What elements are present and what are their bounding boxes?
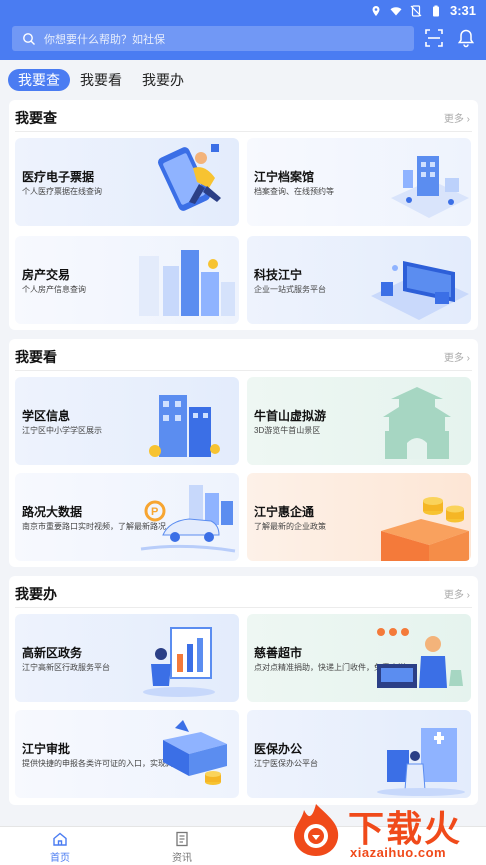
card-subtitle: 3D游览牛首山景区 — [254, 426, 321, 435]
status-time: 3:31 — [449, 3, 476, 18]
phone-runner-illustration — [157, 144, 221, 211]
card-medical-bill[interactable]: 医疗电子票据 个人医疗票据在线查询 — [15, 138, 239, 226]
hospital-illustration — [377, 728, 465, 796]
divider — [15, 370, 472, 371]
buildings-illustration — [139, 250, 235, 316]
flame-logo-icon — [294, 804, 339, 856]
nav-label: 资讯 — [172, 853, 192, 864]
card-enterprise-policy[interactable]: 江宁惠企通 了解最新的企业政策 — [247, 473, 471, 561]
section-view: 我要看 更多 › 学区信息 江宁区中小学学区展示 牛首山虚拟游 3D游览牛首山景… — [9, 339, 478, 567]
tab-do[interactable]: 我要办 — [142, 69, 184, 91]
more-link[interactable]: 更多 › — [444, 110, 470, 125]
search-placeholder: 你想要什么帮助？如社保 — [44, 33, 165, 46]
card-subtitle: 个人房产信息查询 — [22, 285, 86, 294]
office-worker-illustration — [143, 627, 215, 697]
card-school-district[interactable]: 学区信息 江宁区中小学学区展示 — [15, 377, 239, 465]
watermark-url: xiazaihuo.com — [350, 845, 447, 860]
card-subtitle: 了解最新的企业政策 — [254, 522, 326, 531]
nav-home[interactable]: 首页 — [40, 831, 80, 864]
card-archives[interactable]: 江宁档案馆 档案查询、在线预约等 — [247, 138, 471, 226]
card-title: 房产交易 — [22, 268, 71, 282]
card-title: 牛首山虚拟游 — [254, 409, 327, 423]
watermark: 下载火 xiazaihuo.com — [288, 800, 486, 865]
category-tabs: 我要查 我要看 我要办 — [0, 60, 486, 100]
card-title: 江宁惠企通 — [254, 505, 315, 519]
more-link[interactable]: 更多 › — [444, 349, 470, 364]
card-subtitle: 江宁区中小学学区展示 — [22, 426, 102, 435]
card-tech-jiangning[interactable]: 科技江宁 企业一站式服务平台 — [247, 236, 471, 324]
card-subtitle: 档案查询、在线预约等 — [254, 187, 334, 196]
header: 你想要什么帮助？如社保 — [0, 22, 486, 60]
nav-label: 首页 — [50, 853, 70, 864]
nav-news[interactable]: 资讯 — [162, 831, 202, 864]
card-niushou-tour[interactable]: 牛首山虚拟游 3D游览牛首山景区 — [247, 377, 471, 465]
card-title: 高新区政务 — [22, 646, 83, 660]
card-traffic-data[interactable]: 路况大数据 南京市重要路口实时视频，了解最新路况 P — [15, 473, 239, 561]
card-title: 江宁档案馆 — [254, 170, 315, 184]
status-bar: 3:31 — [0, 0, 486, 22]
parking-car-illustration: P — [140, 485, 236, 553]
home-icon — [53, 832, 67, 846]
search-input[interactable]: 你想要什么帮助？如社保 — [12, 26, 414, 51]
card-medical-insurance[interactable]: 医保办公 江宁医保办公平台 — [247, 710, 471, 798]
more-link[interactable]: 更多 › — [444, 586, 470, 601]
scan-icon[interactable] — [424, 28, 444, 48]
tab-view[interactable]: 我要看 — [80, 69, 122, 91]
book-coins-illustration — [163, 720, 227, 785]
section-title: 我要办 — [15, 586, 57, 602]
section-do: 我要办 更多 › 高新区政务 江宁高新区行政服务平台 慈善超市 点对点精准捐助，… — [9, 576, 478, 805]
status-icons: 3:31 — [370, 3, 476, 18]
card-high-tech-affairs[interactable]: 高新区政务 江宁高新区行政服务平台 — [15, 614, 239, 702]
wifi-icon — [390, 6, 402, 15]
card-subtitle: 江宁医保办公平台 — [254, 759, 318, 768]
svg-text:P: P — [151, 506, 158, 518]
card-real-estate[interactable]: 房产交易 个人房产信息查询 — [15, 236, 239, 324]
card-charity-market[interactable]: 慈善超市 点对点精准捐助，快递上门收件，免费寄送 — [247, 614, 471, 702]
card-title: 江宁审批 — [22, 742, 71, 756]
bell-icon[interactable] — [456, 28, 476, 48]
coins-illustration — [381, 497, 469, 561]
battery-icon — [432, 5, 439, 16]
tech-platform-illustration — [371, 261, 469, 320]
card-title: 路况大数据 — [22, 505, 83, 519]
news-icon — [176, 831, 188, 847]
divider — [15, 607, 472, 608]
section-title: 我要查 — [15, 110, 57, 126]
card-subtitle: 个人医疗票据在线查询 — [22, 187, 102, 196]
search-icon — [23, 32, 35, 45]
shop-clerk-illustration — [377, 628, 463, 688]
tab-search[interactable]: 我要查 — [8, 69, 70, 91]
no-sim-icon — [410, 4, 422, 17]
location-icon — [372, 5, 380, 16]
card-title: 科技江宁 — [254, 268, 303, 282]
archive-building-illustration — [391, 156, 469, 218]
card-jiangning-approval[interactable]: 江宁审批 提供快捷的申报各类许可证的入口，实现网上申报 — [15, 710, 239, 798]
section-search: 我要查 更多 › 医疗电子票据 个人医疗票据在线查询 江宁档案馆 档案查询、在线… — [9, 100, 478, 330]
pagoda-illustration — [383, 387, 451, 459]
card-subtitle: 企业一站式服务平台 — [254, 285, 326, 294]
card-title: 医疗电子票据 — [22, 170, 95, 184]
school-building-illustration — [149, 395, 220, 457]
card-title: 医保办公 — [254, 742, 303, 756]
card-title: 慈善超市 — [254, 646, 303, 660]
section-title: 我要看 — [15, 349, 57, 365]
card-title: 学区信息 — [22, 409, 71, 423]
divider — [15, 131, 472, 132]
card-subtitle: 江宁高新区行政服务平台 — [22, 663, 110, 672]
